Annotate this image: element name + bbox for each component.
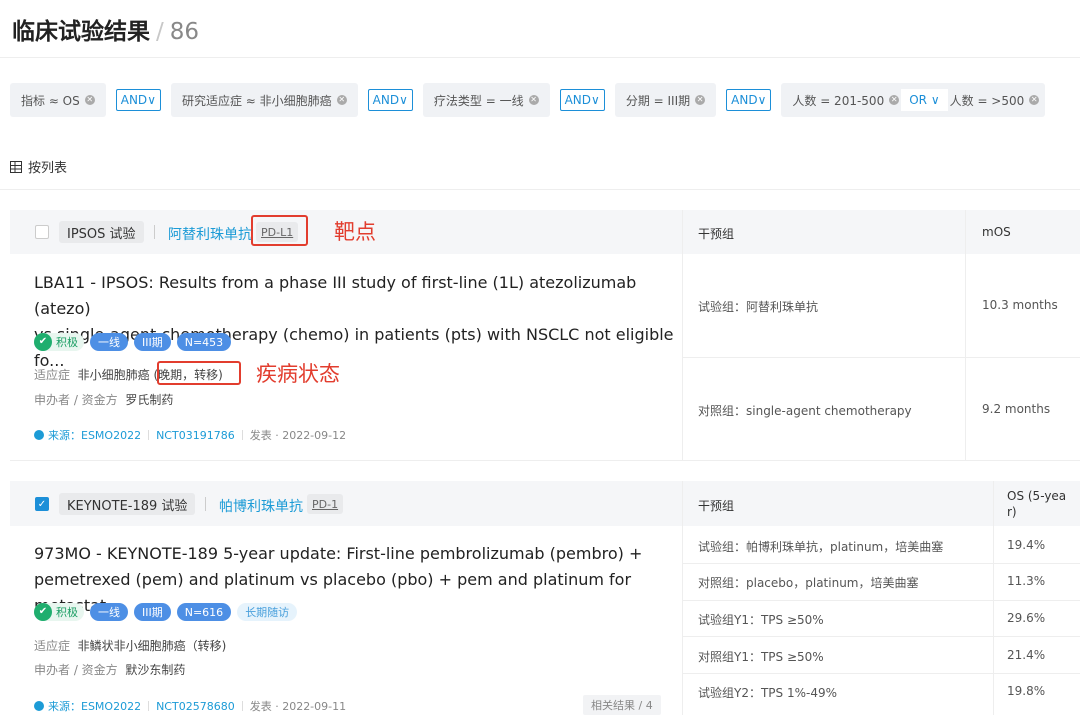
source-row: 来源：ESMO2022 NCT03191786 发表 · 2022-09-12 xyxy=(34,427,346,443)
tag-n: N=453 xyxy=(176,333,232,351)
table-cell-value: 19.8% xyxy=(1007,684,1046,698)
tag-phase: III期 xyxy=(134,333,171,351)
clear-icon[interactable]: ✕ xyxy=(695,95,706,105)
tag-positive: ✔ 积极 xyxy=(34,603,84,621)
chevron-down-icon: ∨ xyxy=(591,93,600,107)
nct-link[interactable]: NCT02578680 xyxy=(156,700,235,713)
chevron-down-icon: ∨ xyxy=(399,93,408,107)
operator-and-2[interactable]: AND ∨ xyxy=(367,89,413,111)
title-separator: / xyxy=(156,19,164,45)
page-title: 临床试验结果/86 xyxy=(12,12,199,46)
annotation-disease-state: 疾病状态 xyxy=(256,362,340,386)
table-cell-group: 试验组Y1：TPS ≥50% xyxy=(698,613,824,627)
source-link[interactable]: 来源：ESMO2022 xyxy=(48,427,141,443)
clear-icon[interactable]: ✕ xyxy=(336,95,347,105)
table-cell-group: 试验组：阿替利珠单抗 xyxy=(698,300,819,314)
sponsor-value: 默沙东制药 xyxy=(125,663,186,677)
card-checkbox[interactable]: ✓ xyxy=(35,497,49,511)
column-header-group: 干预组 xyxy=(698,227,735,241)
trial-name[interactable]: KEYNOTE-189 试验 xyxy=(59,493,196,515)
operator-and-1[interactable]: AND ∨ xyxy=(115,89,161,111)
shield-check-icon: ✔ xyxy=(34,603,52,621)
table-cell-group: 对照组Y1：TPS ≥50% xyxy=(698,650,824,664)
table-cell-group: 对照组：placebo，platinum，培美曲塞 xyxy=(698,576,919,590)
tag-line: 一线 xyxy=(90,603,128,621)
table-cell-value: 10.3 months xyxy=(982,298,1058,312)
column-header-group: 干预组 xyxy=(698,499,735,513)
table-cell-group: 试验组Y2：TPS 1%-49% xyxy=(698,686,838,700)
table-cell-value: 21.4% xyxy=(1007,648,1046,662)
view-divider xyxy=(0,189,1080,190)
source-row: 来源：ESMO2022 NCT02578680 发表 · 2022-09-11 xyxy=(34,698,346,714)
table-cell-value: 19.4% xyxy=(1007,538,1046,552)
nct-link[interactable]: NCT03191786 xyxy=(156,429,235,442)
view-toggle-label: 按列表 xyxy=(28,161,68,176)
sponsor-row: 申办者 / 资金方 罗氏制药 xyxy=(34,393,174,407)
title-divider xyxy=(0,57,1080,58)
indication-value: 非小细胞肺癌 xyxy=(77,368,150,382)
table-cell-value: 29.6% xyxy=(1007,611,1046,625)
chevron-down-icon: ∨ xyxy=(757,93,767,107)
filter-size-201-500[interactable]: 人数 = 201-500 xyxy=(792,92,884,109)
filter-bar: 指标 ≈ OS ✕ AND ∨ 研究适应症 ≈ 非小细胞肺癌 ✕ AND ∨ 疗法类型 … xyxy=(10,82,1046,118)
clear-icon[interactable]: ✕ xyxy=(528,95,539,105)
filter-chip-group-size: 人数 = 201-500 ✕ OR ∨ 人数 = >500 ✕ xyxy=(781,83,1046,117)
indication-row: 适应症 非鳞状非小细胞肺癌（转移) xyxy=(34,639,227,653)
clear-icon[interactable]: ✕ xyxy=(1029,95,1040,105)
column-header-metric: mOS xyxy=(982,225,1011,239)
filter-size-over-500[interactable]: 人数 = >500 xyxy=(950,92,1025,109)
operator-and-3[interactable]: AND ∨ xyxy=(559,89,605,111)
tag-n: N=616 xyxy=(176,603,232,621)
annotation-box-target xyxy=(251,215,308,246)
clear-icon[interactable]: ✕ xyxy=(889,95,900,105)
chevron-down-icon: ∨ xyxy=(147,93,156,107)
source-link[interactable]: 来源：ESMO2022 xyxy=(48,698,141,714)
tag-row: ✔ 积极 一线 III期 N=616 长期随访 xyxy=(34,603,298,621)
published-date: 发表 · 2022-09-12 xyxy=(249,429,347,442)
sponsor-value: 罗氏制药 xyxy=(125,393,174,407)
indication-value: 非鳞状非小细胞肺癌（转移) xyxy=(77,639,227,653)
result-headline[interactable]: LBA11 - IPSOS: Results from a phase III … xyxy=(34,270,674,374)
annotation-target: 靶点 xyxy=(334,220,376,244)
tag-phase: III期 xyxy=(134,603,171,621)
source-icon xyxy=(34,701,44,711)
divider xyxy=(205,497,206,511)
filter-chip-therapy[interactable]: 疗法类型 = 一线 ✕ xyxy=(422,83,550,117)
drug-link[interactable]: 帕博利珠单抗 xyxy=(219,496,303,516)
table-icon xyxy=(10,160,22,173)
table-cell-group: 对照组：single-agent chemotherapy xyxy=(698,404,912,418)
drug-link[interactable]: 阿替利珠单抗 xyxy=(168,224,252,244)
trial-name[interactable]: IPSOS 试验 xyxy=(59,221,144,243)
published-date: 发表 · 2022-09-11 xyxy=(249,700,347,713)
card-checkbox[interactable] xyxy=(35,225,49,239)
related-results-button[interactable]: 相关结果 / 4 xyxy=(583,695,661,715)
operator-or[interactable]: OR ∨ xyxy=(901,89,948,111)
column-header-metric: OS (5-yea r) xyxy=(1007,489,1067,519)
filter-chip-metric[interactable]: 指标 ≈ OS ✕ xyxy=(10,83,106,117)
view-toggle-list[interactable]: 按列表 xyxy=(10,157,67,176)
chevron-down-icon: ∨ xyxy=(930,93,940,107)
result-count: 86 xyxy=(169,19,200,45)
filter-chip-indication[interactable]: 研究适应症 ≈ 非小细胞肺癌 ✕ xyxy=(170,83,358,117)
operator-and-4[interactable]: AND ∨ xyxy=(726,89,772,111)
table-cell-value: 11.3% xyxy=(1007,574,1046,588)
page-title-text: 临床试验结果 xyxy=(12,19,150,45)
filter-chip-phase[interactable]: 分期 = III期 ✕ xyxy=(614,83,717,117)
annotation-box-disease-state xyxy=(157,361,241,385)
table-cell-value: 9.2 months xyxy=(982,402,1051,416)
tag-line: 一线 xyxy=(90,333,128,351)
tag-row: ✔ 积极 一线 III期 N=453 xyxy=(34,333,232,351)
divider xyxy=(154,225,155,239)
target-badge[interactable]: PD-1 xyxy=(307,494,344,514)
clear-icon[interactable]: ✕ xyxy=(84,95,95,105)
source-icon xyxy=(34,430,44,440)
tag-followup: 长期随访 xyxy=(237,603,298,621)
tag-positive: ✔ 积极 xyxy=(34,333,84,351)
sponsor-row: 申办者 / 资金方 默沙东制药 xyxy=(34,663,186,677)
table-cell-group: 试验组：帕博利珠单抗，platinum，培美曲塞 xyxy=(698,540,944,554)
shield-check-icon: ✔ xyxy=(34,333,52,351)
